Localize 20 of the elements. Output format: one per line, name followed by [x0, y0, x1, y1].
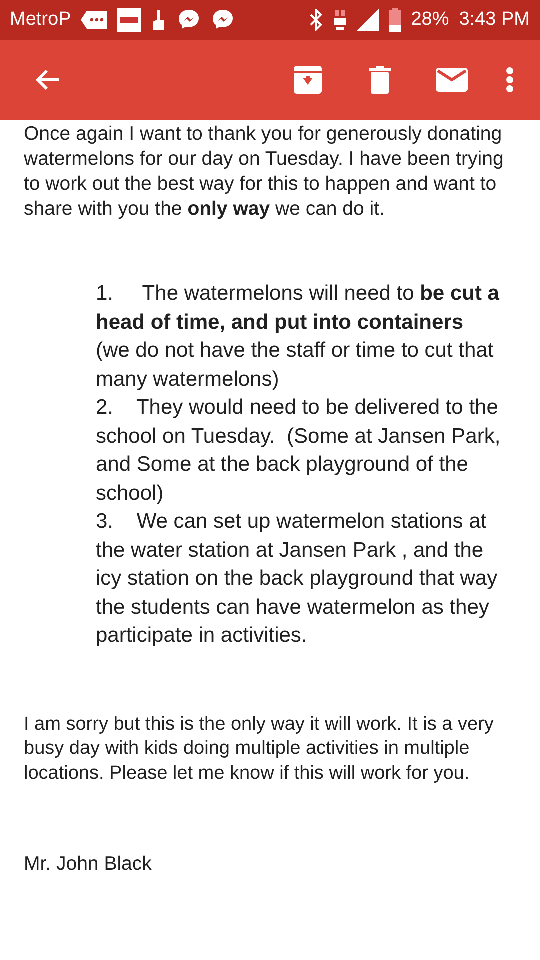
archive-icon [294, 66, 322, 94]
bluetooth-icon [309, 9, 324, 31]
carrier-name: MetroP [10, 9, 72, 31]
battery-percent: 28% [411, 9, 450, 31]
signature: Mr. John Black [24, 852, 153, 877]
envelope-icon [436, 68, 468, 92]
more-icon [506, 67, 514, 93]
trash-icon [369, 66, 391, 94]
clock-time: 3:43 PM [459, 9, 530, 31]
list-item: 3. We can set up watermelon stations at the water station at Jansen Park , and the icy station on the back playground that way the students can have watermelon as they participate in activities. [96, 509, 499, 649]
list-item: 1. The watermelons will need to be cut a head of time, and put into containers (we do not have the staff or time to cut that many watermelons) [96, 281, 500, 392]
closing-paragraph: I am sorry but this is the only way it will work. It is a very busy day with kids doing multiple activities in multiple locations. Please let me know if this will work for you. [24, 712, 495, 786]
list-item: 2. They would need to be delivered to the school on Tuesday. (Some at Jansen Park, and Some at the back playground of the school) [96, 395, 502, 506]
messenger-icon [211, 8, 236, 32]
messenger-icon [177, 8, 202, 32]
signal-icon [357, 9, 380, 31]
intro-paragraph: Once again I want to thank you for generously donating watermelons for our day on Tuesday. I have been trying to work out the best way for this to happen and want to share with you the only way we can do it. [24, 122, 505, 222]
battery-icon [389, 8, 402, 32]
back-arrow-icon [35, 67, 61, 93]
tag-icon [81, 11, 108, 29]
